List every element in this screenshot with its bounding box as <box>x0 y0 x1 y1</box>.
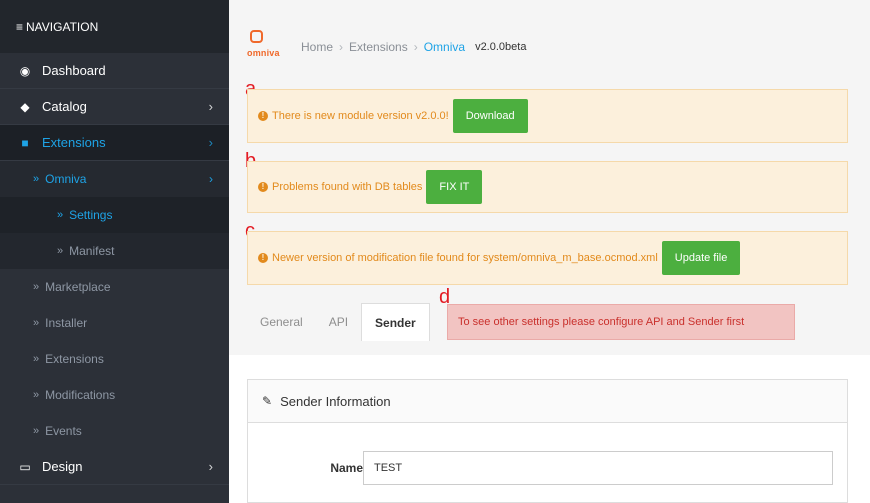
double-chevron-icon: » <box>33 317 40 329</box>
puzzle-icon: ■ <box>21 135 29 150</box>
sidebar-sub-label: Events <box>45 424 82 438</box>
chevron-right-icon: › <box>208 135 213 150</box>
main-content: omniva Home › Extensions › Omniva v2.0.0… <box>229 0 870 503</box>
sidebar-item-label: Extensions <box>42 135 106 150</box>
chevron-right-icon: › <box>209 172 213 186</box>
tab-general[interactable]: General <box>247 303 316 341</box>
configure-warning: To see other settings please configure A… <box>447 304 795 340</box>
warning-icon: ! <box>258 182 268 192</box>
sidebar-sub-label: Marketplace <box>45 280 111 294</box>
sidebar-sub-settings[interactable]: » Settings <box>0 197 229 233</box>
chevron-right-icon: › <box>208 99 213 114</box>
sidebar-sub-modifications[interactable]: » Modifications <box>0 377 229 413</box>
name-row: Name <box>248 451 848 485</box>
update-file-button[interactable]: Update file <box>661 241 741 275</box>
sidebar-sub-extensions[interactable]: » Extensions <box>0 341 229 377</box>
breadcrumb-omniva[interactable]: Omniva <box>424 40 465 54</box>
sidebar-item-extensions[interactable]: ■ Extensions › <box>0 125 229 161</box>
warning-icon: ! <box>258 111 268 121</box>
breadcrumb: Home › Extensions › Omniva v2.0.0beta <box>301 40 526 54</box>
navigation-header[interactable]: ≡ NAVIGATION <box>0 0 229 53</box>
double-chevron-icon: » <box>33 281 40 293</box>
sidebar-sub-installer[interactable]: » Installer <box>0 305 229 341</box>
hamburger-icon[interactable]: ≡ <box>16 20 23 34</box>
sender-information-panel: ✎ Sender Information Name <box>247 379 848 503</box>
sidebar-item-label: Dashboard <box>42 63 106 78</box>
download-button[interactable]: Download <box>452 99 528 133</box>
sidebar-sub-manifest[interactable]: » Manifest <box>0 233 229 269</box>
tab-sender[interactable]: Sender <box>361 303 430 341</box>
sidebar-sub-label: Omniva <box>45 172 87 186</box>
sidebar-item-label: Design <box>42 459 83 474</box>
sidebar: ≡ NAVIGATION ◉ Dashboard ◆ Catalog › ■ E… <box>0 0 229 503</box>
sidebar-sub-label: Modifications <box>45 388 116 402</box>
double-chevron-icon: » <box>33 353 40 365</box>
page-header: omniva Home › Extensions › Omniva v2.0.0… <box>247 30 526 64</box>
logo-text: omniva <box>247 48 280 58</box>
double-chevron-icon: » <box>57 245 64 257</box>
version-label: v2.0.0beta <box>475 41 527 53</box>
sidebar-sub-label: Installer <box>45 316 88 330</box>
panel-header: ✎ Sender Information <box>248 380 847 423</box>
alert-text: There is new module version v2.0.0! <box>272 110 449 122</box>
sidebar-item-catalog[interactable]: ◆ Catalog › <box>0 89 229 125</box>
double-chevron-icon: » <box>33 173 40 185</box>
alert-new-version: ! There is new module version v2.0.0! Do… <box>247 89 848 143</box>
sidebar-item-label: Catalog <box>42 99 87 114</box>
fix-it-button[interactable]: FIX IT <box>426 170 483 204</box>
monitor-icon: ▭ <box>19 459 31 474</box>
name-input[interactable] <box>363 451 833 485</box>
alert-text: Problems found with DB tables <box>272 181 423 193</box>
alert-db-problems: ! Problems found with DB tables FIX IT <box>247 161 848 213</box>
chevron-right-icon: › <box>208 459 213 474</box>
configure-warning-text: To see other settings please configure A… <box>458 316 745 328</box>
breadcrumb-separator-icon: › <box>339 40 344 54</box>
panel-title: Sender Information <box>280 393 391 409</box>
sidebar-sub-label: Settings <box>69 208 113 222</box>
pencil-icon: ✎ <box>262 394 273 408</box>
alert-modification-file: ! Newer version of modification file fou… <box>247 231 848 285</box>
tags-icon: ◆ <box>20 99 30 114</box>
tab-api[interactable]: API <box>316 303 361 341</box>
double-chevron-icon: » <box>33 389 40 401</box>
sidebar-sub-marketplace[interactable]: » Marketplace <box>0 269 229 305</box>
breadcrumb-separator-icon: › <box>413 40 418 54</box>
omniva-logo: omniva <box>247 30 287 64</box>
double-chevron-icon: » <box>33 425 40 437</box>
sidebar-sub-events[interactable]: » Events <box>0 413 229 449</box>
double-chevron-icon: » <box>57 209 64 221</box>
breadcrumb-home[interactable]: Home <box>301 40 333 54</box>
sidebar-sub-label: Extensions <box>45 352 104 366</box>
warning-icon: ! <box>258 253 268 263</box>
sidebar-sub-omniva[interactable]: » Omniva › <box>0 161 229 197</box>
sidebar-sub-label: Manifest <box>69 244 115 258</box>
dashboard-icon: ◉ <box>19 63 31 78</box>
breadcrumb-extensions[interactable]: Extensions <box>349 40 408 54</box>
alert-text: Newer version of modification file found… <box>272 252 658 264</box>
settings-tabs: General API Sender <box>247 303 430 341</box>
logo-mark <box>250 30 263 43</box>
navigation-title: NAVIGATION <box>26 19 99 34</box>
name-label: Name <box>330 461 363 475</box>
sidebar-item-design[interactable]: ▭ Design › <box>0 449 229 485</box>
sidebar-item-dashboard[interactable]: ◉ Dashboard <box>0 53 229 89</box>
